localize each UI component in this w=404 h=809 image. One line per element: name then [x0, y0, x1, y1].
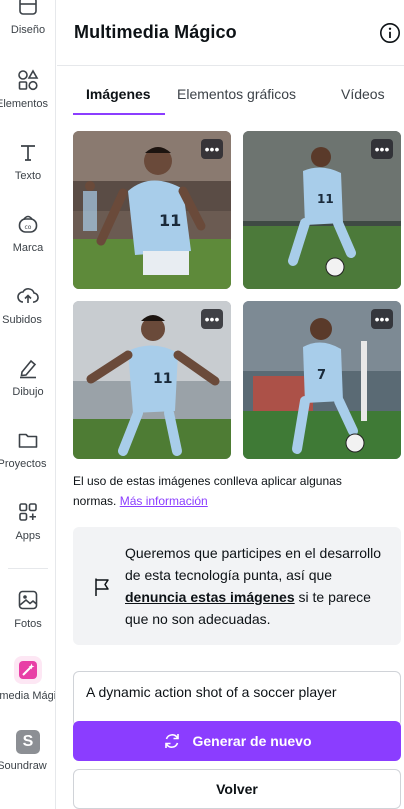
report-text-before: Queremos que participes en el desarrollo…	[125, 545, 382, 583]
image-result[interactable]: 11 •••	[243, 131, 401, 289]
report-images-link[interactable]: denuncia estas imágenes	[125, 589, 295, 605]
more-options-button[interactable]: •••	[371, 139, 393, 159]
brand-icon: co	[16, 212, 40, 236]
regenerate-label: Generar de nuevo	[192, 733, 312, 749]
sidebar-item-draw[interactable]: Dibujo	[0, 356, 55, 398]
photo-icon	[16, 588, 40, 612]
apps-icon	[16, 500, 40, 524]
upload-cloud-icon	[16, 284, 40, 308]
sidebar-divider	[8, 568, 48, 569]
more-options-button[interactable]: •••	[201, 309, 223, 329]
jersey-number: 11	[153, 371, 172, 387]
sidebar-item-design[interactable]: Diseño	[0, 0, 55, 36]
sidebar-item-elements[interactable]: Elementos	[0, 68, 55, 110]
sidebar-item-soundraw[interactable]: S Soundraw	[0, 730, 55, 772]
sidebar-item-label: Fotos	[14, 618, 42, 630]
sidebar-item-label: Texto	[14, 170, 42, 182]
panel-title: Multimedia Mágico	[74, 22, 237, 42]
sidebar-item-uploads[interactable]: Subidos	[0, 284, 55, 326]
folder-icon	[16, 428, 40, 452]
tab-images[interactable]: Imágenes	[86, 86, 151, 102]
sidebar-item-label: Multimedia Mágico	[0, 690, 55, 702]
more-options-button[interactable]: •••	[201, 139, 223, 159]
jersey-number: 7	[317, 368, 326, 383]
tab-videos[interactable]: Vídeos	[341, 86, 385, 102]
sidebar-item-text[interactable]: Texto	[0, 140, 55, 182]
sidebar-item-label: Soundraw	[0, 760, 47, 772]
text-icon	[16, 140, 40, 164]
tab-bar: Imágenes Elementos gráficos Vídeos	[73, 86, 404, 116]
sidebar-item-label: Elementos	[0, 98, 48, 110]
draw-pen-icon	[16, 356, 40, 380]
image-result[interactable]: 11 •••	[73, 131, 231, 289]
sidebar-item-projects[interactable]: Proyectos	[0, 428, 55, 470]
magic-media-icon	[14, 656, 42, 684]
shapes-icon	[16, 68, 40, 92]
tab-graphics[interactable]: Elementos gráficos	[177, 86, 296, 102]
sidebar-item-label: Apps	[15, 530, 41, 542]
active-tab-indicator	[73, 113, 165, 115]
more-options-button[interactable]: •••	[371, 309, 393, 329]
sidebar-item-magic-media[interactable]: Multimedia Mágico	[0, 656, 55, 702]
sidebar-item-label: Diseño	[10, 24, 46, 36]
sidebar-item-label: Subidos	[2, 314, 42, 326]
prompt-input[interactable]: A dynamic action shot of a soccer player	[73, 671, 401, 727]
more-info-link[interactable]: Más información	[120, 494, 208, 508]
jersey-number: 11	[317, 192, 334, 206]
left-sidebar: Diseño Elementos Texto co Marca Subidos …	[0, 0, 56, 809]
info-icon	[380, 23, 400, 43]
sidebar-item-apps[interactable]: Apps	[0, 500, 55, 542]
sidebar-item-photos[interactable]: Fotos	[0, 588, 55, 630]
image-result[interactable]: 11 •••	[73, 301, 231, 459]
image-result[interactable]: 7 •••	[243, 301, 401, 459]
layout-icon	[16, 0, 40, 18]
soundraw-icon: S	[16, 730, 40, 754]
sidebar-item-label: Proyectos	[0, 458, 47, 470]
sidebar-item-label: Dibujo	[12, 386, 44, 398]
svg-text:co: co	[25, 224, 32, 231]
magic-media-panel: Multimedia Mágico Imágenes Elementos grá…	[57, 0, 404, 809]
regenerate-button[interactable]: Generar de nuevo	[73, 721, 401, 761]
back-button[interactable]: Volver	[73, 769, 401, 809]
sidebar-item-brand[interactable]: co Marca	[0, 212, 55, 254]
header-divider	[57, 65, 404, 66]
refresh-icon	[165, 734, 180, 748]
flag-icon	[95, 578, 109, 596]
report-box: Queremos que participes en el desarrollo…	[73, 527, 401, 645]
jersey-number: 11	[159, 211, 181, 230]
info-button[interactable]	[379, 22, 401, 44]
usage-note: El uso de estas imágenes conlleva aplica…	[73, 471, 373, 511]
report-text: Queremos que participes en el desarrollo…	[125, 542, 387, 630]
sidebar-item-label: Marca	[12, 242, 44, 254]
